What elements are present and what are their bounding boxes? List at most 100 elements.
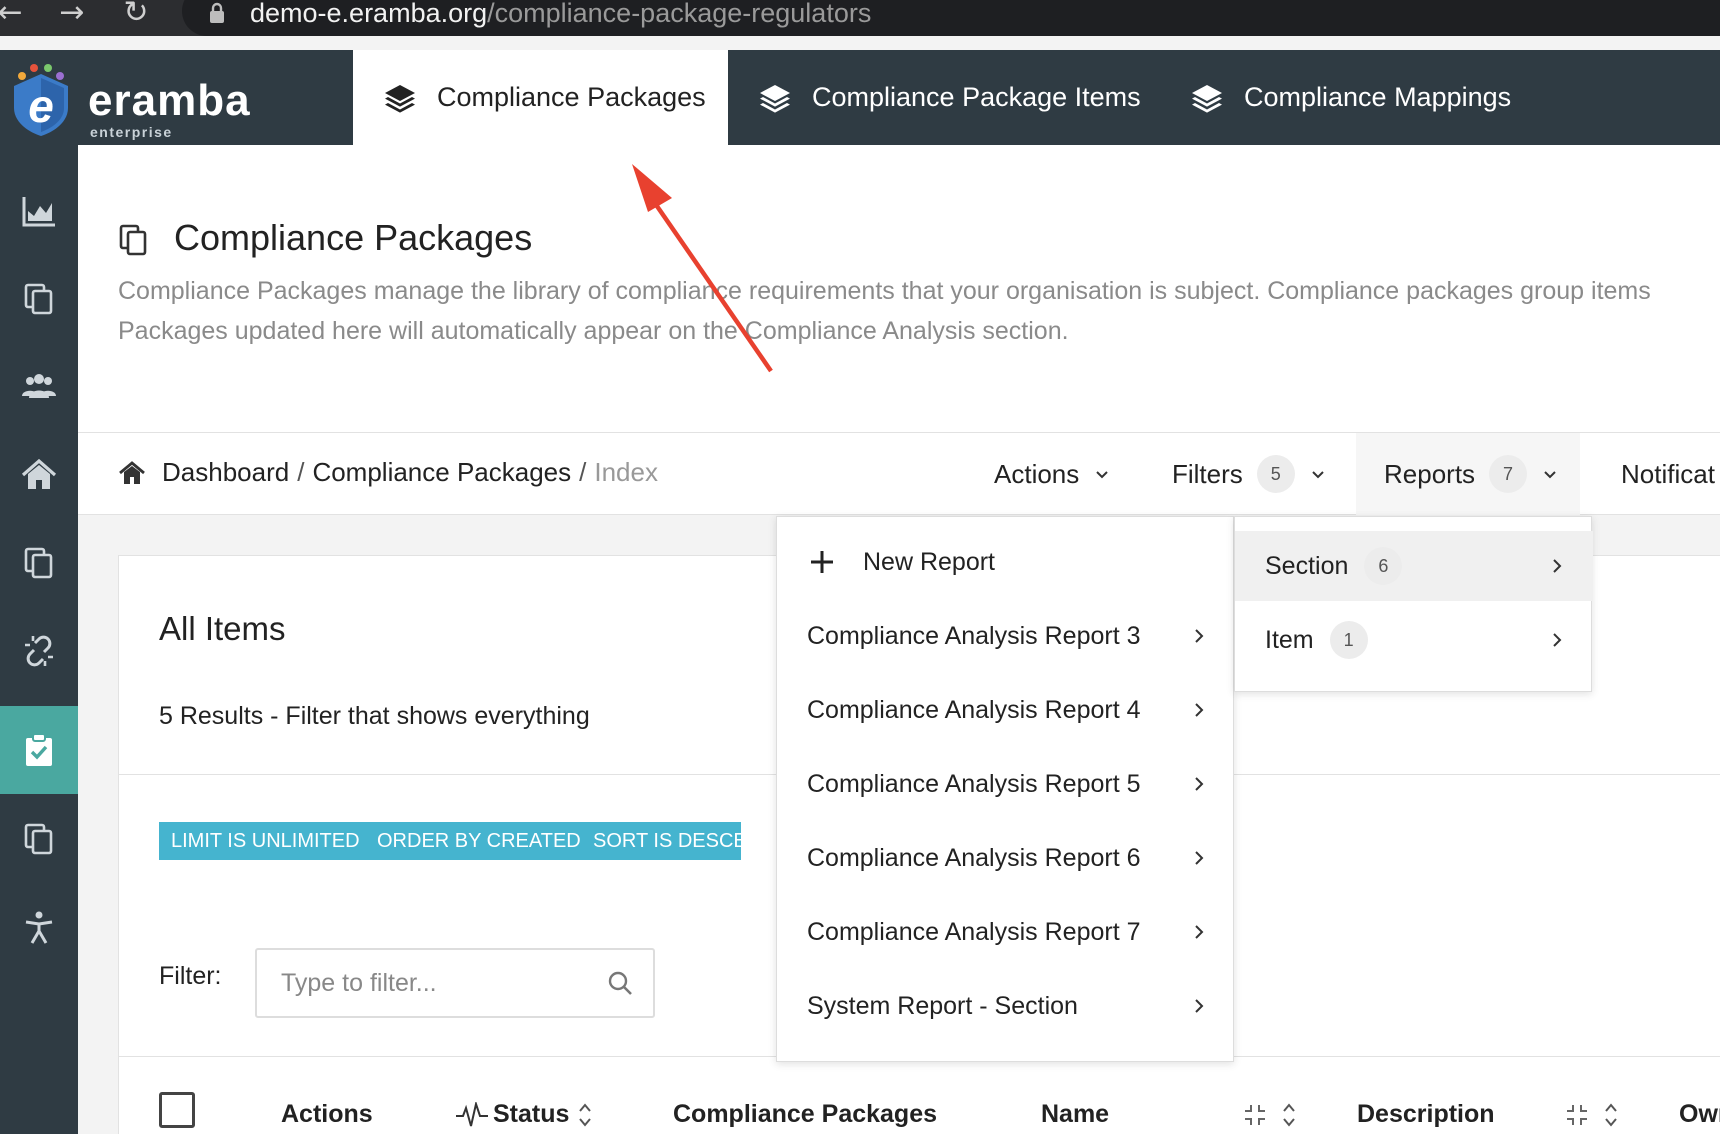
submenu-item-text: Item: [1265, 625, 1314, 654]
chevron-right-icon: [1553, 559, 1562, 573]
home-icon[interactable]: [118, 460, 146, 486]
report-item[interactable]: Compliance Analysis Report 3: [777, 599, 1235, 673]
sidebar-item-organization[interactable]: [0, 343, 78, 431]
actions-menu-button[interactable]: Actions: [994, 433, 1109, 515]
card-title: All Items: [159, 610, 286, 647]
svg-text:e: e: [28, 80, 54, 132]
column-label: Owner: [1679, 1100, 1720, 1128]
url-host: demo-e.eramba.org: [250, 0, 488, 28]
column-label: Compliance Packages: [673, 1100, 938, 1128]
app-header: e eramba enterprise Compliance Packages …: [0, 50, 1720, 145]
tab-label: Compliance Packages: [437, 82, 706, 112]
reports-menu-button[interactable]: Reports 7: [1356, 433, 1580, 515]
unlink-icon: [25, 635, 53, 667]
logo-name: eramba: [88, 76, 251, 125]
notifications-menu-button[interactable]: Notificat: [1621, 433, 1720, 515]
eramba-logo[interactable]: e eramba enterprise: [8, 58, 251, 140]
report-item[interactable]: Compliance Analysis Report 6: [777, 821, 1235, 895]
sidebar-item-library[interactable]: [0, 255, 78, 343]
sort-icon: [579, 1102, 592, 1127]
url-text[interactable]: demo-e.eramba.org/compliance-package-reg…: [250, 0, 871, 28]
sidebar-item-security-operations[interactable]: [0, 795, 78, 883]
tab-compliance-mappings[interactable]: Compliance Mappings: [1190, 50, 1550, 145]
layers-icon: [385, 84, 415, 113]
column-header-compliance-packages[interactable]: Compliance Packages: [673, 1100, 937, 1129]
column-label: Actions: [281, 1100, 373, 1128]
section-count-badge: 6: [1364, 547, 1403, 585]
submenu-item-label: Section 6: [1265, 547, 1403, 585]
home-icon: [21, 458, 57, 489]
copy-icon: [24, 283, 53, 315]
sidebar-item-accessibility[interactable]: [0, 883, 78, 971]
chevron-down-icon: [1312, 471, 1324, 479]
notifications-label: Notificat: [1621, 458, 1715, 489]
chevron-right-icon: [1195, 925, 1204, 939]
menu-item-label: Compliance Analysis Report 5: [807, 769, 1141, 798]
column-header-actions: Actions: [281, 1100, 373, 1129]
expand-icon[interactable]: [1243, 1103, 1267, 1127]
report-item[interactable]: Compliance Analysis Report 7: [777, 895, 1235, 969]
filters-count-badge: 5: [1256, 455, 1295, 493]
filters-label: Filters: [1172, 458, 1243, 489]
chevron-right-icon: [1195, 999, 1204, 1013]
column-header-owner[interactable]: Owner: [1679, 1100, 1720, 1129]
submenu-item-section[interactable]: Section 6: [1235, 531, 1593, 601]
report-item[interactable]: Compliance Analysis Report 4: [777, 673, 1235, 747]
sidebar-item-compliance[interactable]: [0, 706, 78, 794]
menu-item-label: Compliance Analysis Report 3: [807, 621, 1141, 650]
sidebar: [0, 145, 78, 1134]
tab-compliance-packages[interactable]: Compliance Packages: [353, 50, 728, 145]
page-description: Compliance Packages manage the library o…: [118, 271, 1720, 351]
breadcrumb-compliance-packages[interactable]: Compliance Packages: [312, 457, 571, 487]
copy-icon: [24, 547, 53, 579]
sidebar-item-dashboard[interactable]: [0, 167, 78, 255]
browser-toolbar: ← → ↻ demo-e.eramba.org/compliance-packa…: [0, 0, 1720, 36]
reports-label: Reports: [1384, 458, 1476, 489]
column-header-description[interactable]: Description: [1357, 1100, 1619, 1129]
expand-icon[interactable]: [1565, 1103, 1589, 1127]
column-header-status[interactable]: Status: [455, 1100, 593, 1129]
chevron-right-icon: [1195, 777, 1204, 791]
sort-tag[interactable]: SORT IS DESCENDING: [581, 822, 741, 860]
reports-submenu: Section 6 Item 1: [1234, 516, 1593, 692]
pulse-icon: [456, 1101, 488, 1126]
sidebar-item-assets[interactable]: [0, 431, 78, 519]
submenu-item-text: Section: [1265, 551, 1349, 580]
menu-item-label: Compliance Analysis Report 6: [807, 843, 1141, 872]
report-item[interactable]: Compliance Analysis Report 5: [777, 747, 1235, 821]
breadcrumb-index: Index: [594, 457, 658, 487]
filter-label: Filter:: [159, 962, 222, 990]
filters-menu-button[interactable]: Filters 5: [1172, 433, 1325, 515]
forward-arrow-icon[interactable]: →: [52, 0, 92, 28]
sort-icon[interactable]: [1281, 1101, 1297, 1129]
submenu-item-item[interactable]: Item 1: [1235, 605, 1593, 675]
report-item[interactable]: System Report - Section: [777, 969, 1235, 1043]
chart-area-icon: [22, 197, 55, 227]
menu-item-label: New Report: [863, 547, 995, 576]
copy-icon: [119, 224, 147, 256]
sort-icon[interactable]: [1603, 1101, 1619, 1129]
filter-field[interactable]: [255, 948, 655, 1018]
reload-icon[interactable]: ↻: [116, 0, 156, 28]
chevron-right-icon: [1553, 633, 1562, 647]
breadcrumb-bar: Dashboard / Compliance Packages / Index Acti…: [78, 433, 1720, 515]
search-icon: [608, 971, 632, 995]
select-all-checkbox[interactable]: [159, 1092, 195, 1128]
accessibility-icon: [25, 911, 53, 944]
item-count-badge: 1: [1329, 621, 1368, 659]
page-title: Compliance Packages: [174, 217, 533, 258]
limit-tag[interactable]: LIMIT IS UNLIMITED: [159, 822, 372, 860]
new-report-item[interactable]: New Report: [777, 525, 1235, 599]
users-icon: [22, 374, 56, 398]
filter-input[interactable]: [257, 950, 577, 1016]
sidebar-item-risk[interactable]: [0, 607, 78, 695]
order-tag[interactable]: ORDER BY CREATED: [365, 822, 593, 860]
menu-item-label: Compliance Analysis Report 7: [807, 917, 1141, 946]
tab-compliance-package-items[interactable]: Compliance Package Items: [758, 50, 1148, 145]
sidebar-item-controls[interactable]: [0, 519, 78, 607]
back-arrow-icon[interactable]: ←: [0, 0, 30, 28]
page-description-line: Compliance Packages manage the library o…: [118, 277, 1651, 305]
tab-label: Compliance Package Items: [812, 82, 1141, 112]
column-header-name[interactable]: Name: [1041, 1100, 1297, 1129]
breadcrumb-dashboard[interactable]: Dashboard: [162, 457, 289, 487]
